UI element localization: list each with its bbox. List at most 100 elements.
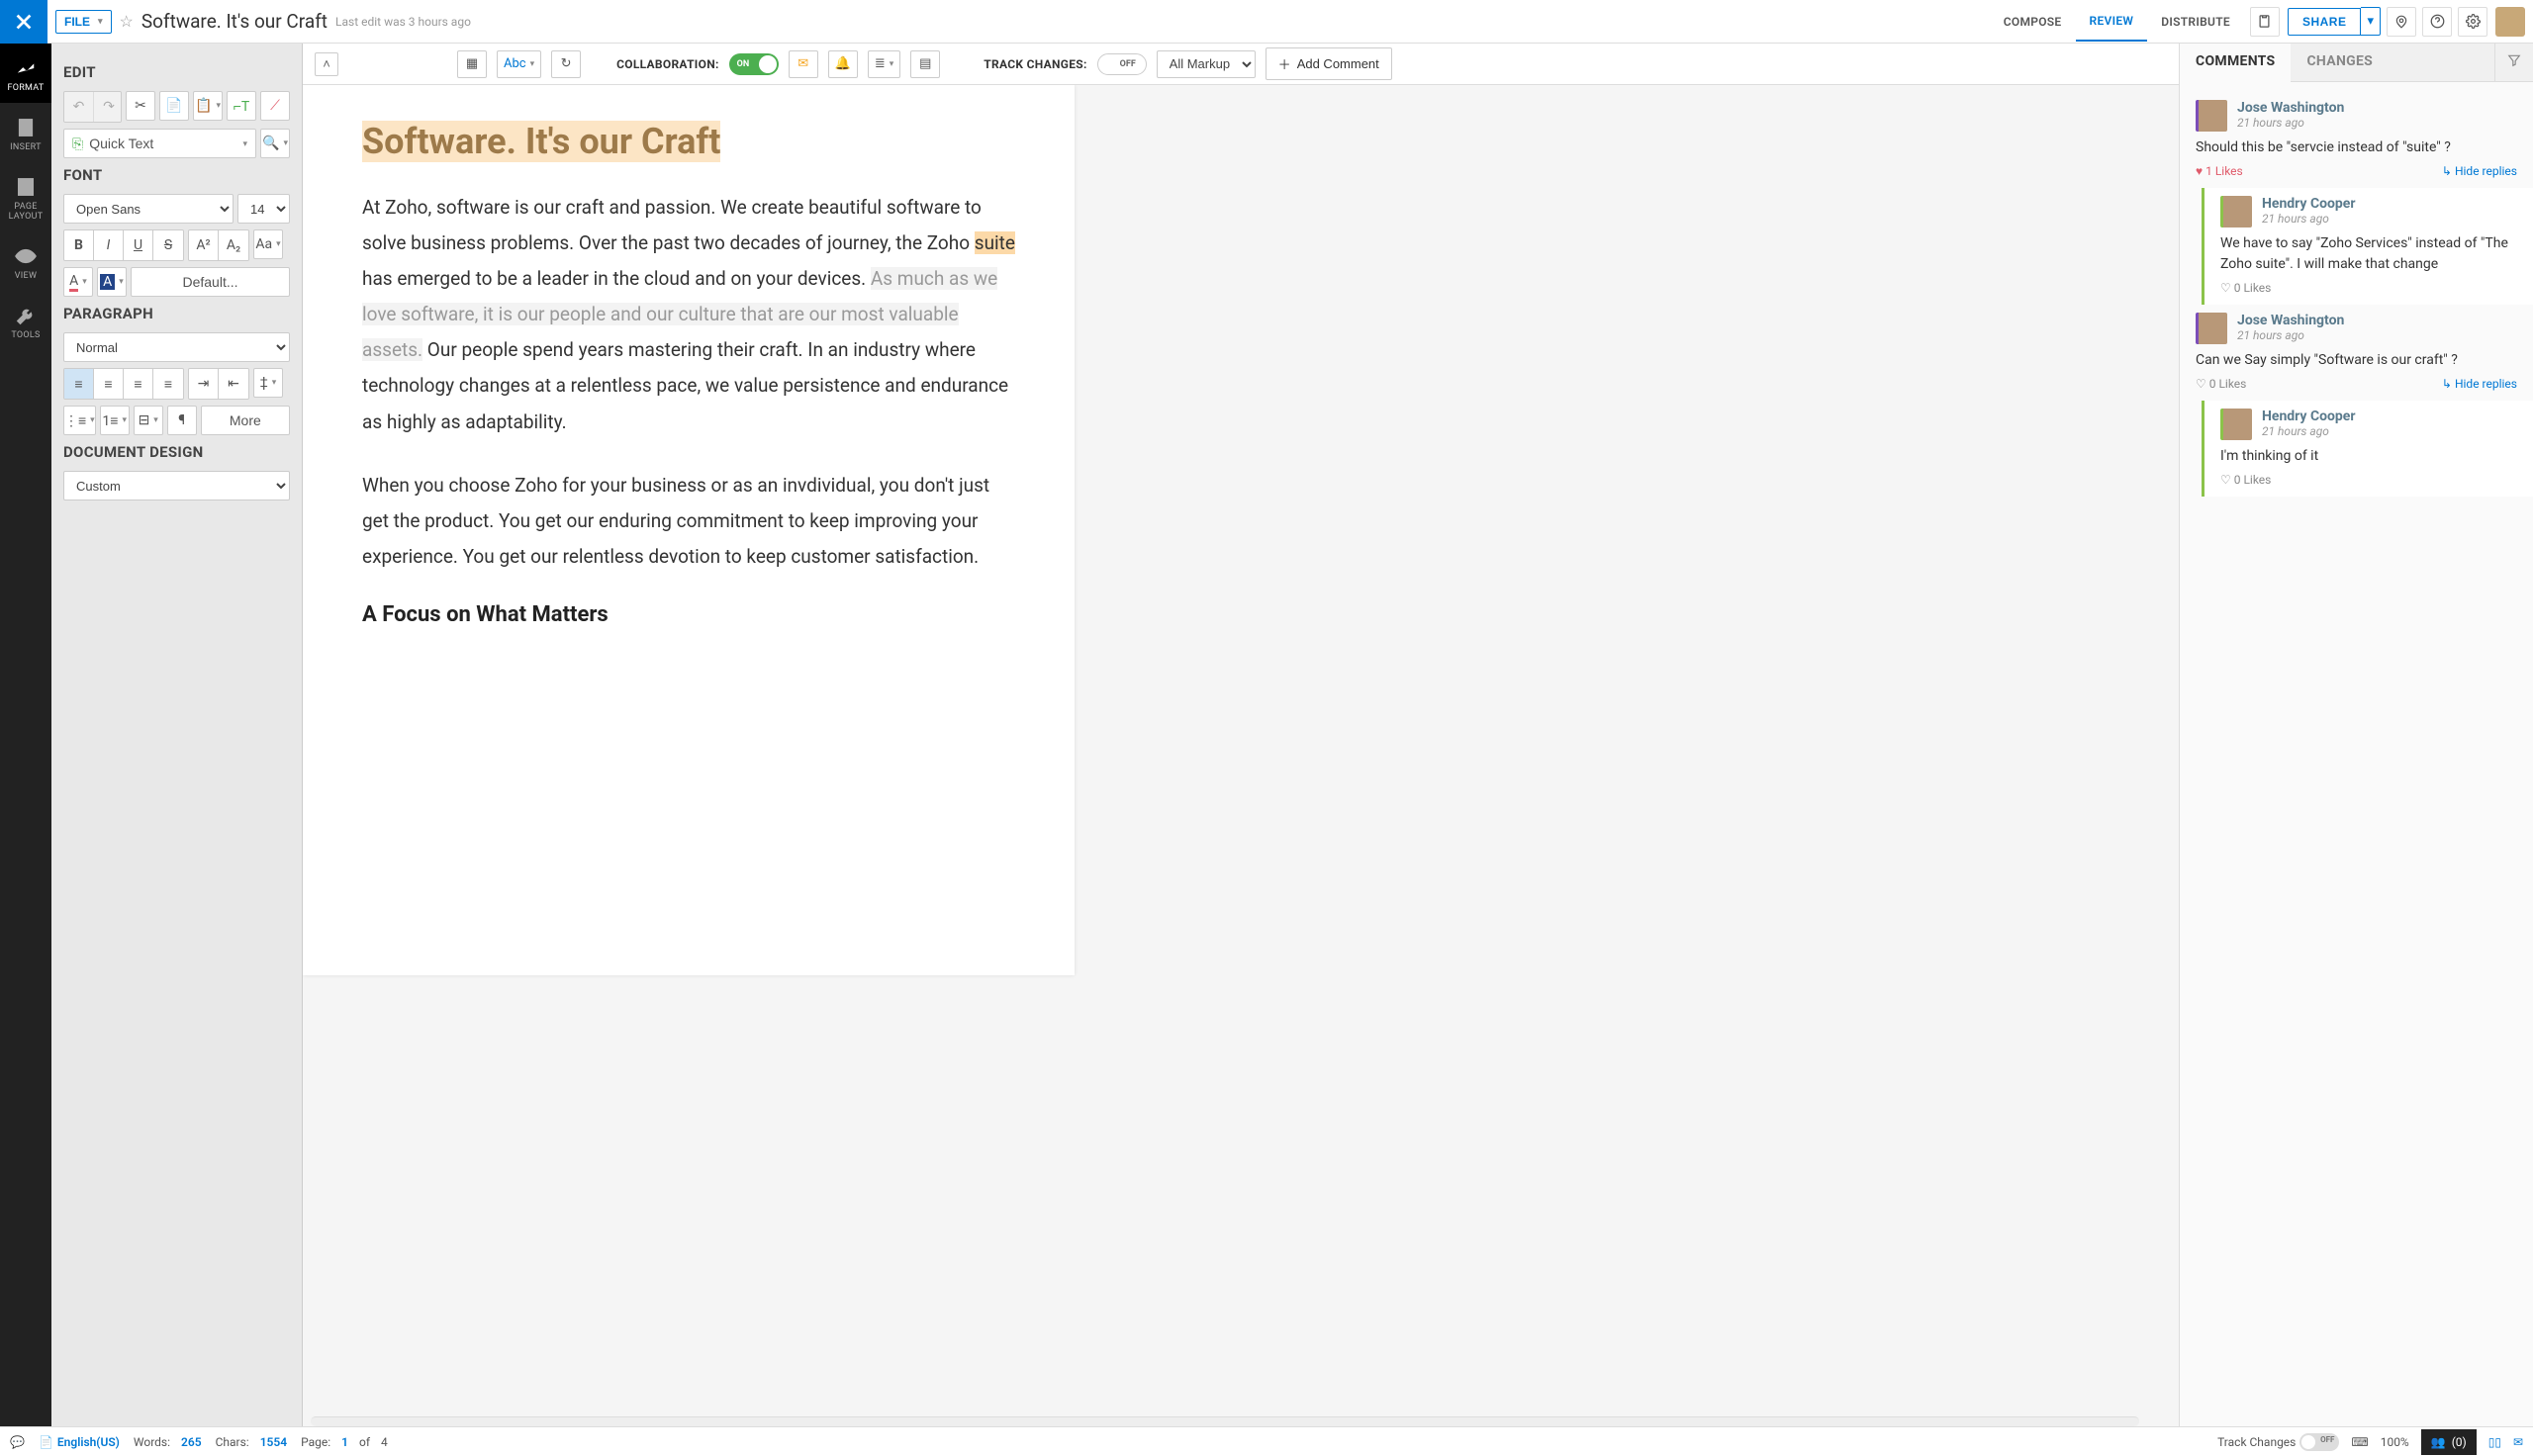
- chat-icon[interactable]: 💬: [10, 1435, 25, 1449]
- tab-distribute[interactable]: DISTRIBUTE: [2147, 3, 2244, 41]
- compare-button[interactable]: ≣▾: [868, 50, 900, 78]
- keyboard-icon[interactable]: ⌨: [2351, 1435, 2368, 1449]
- nav-tools[interactable]: TOOLS: [0, 291, 51, 350]
- document-canvas[interactable]: Software. It's our Craft At Zoho, softwa…: [303, 85, 2179, 1416]
- find-replace-button[interactable]: 🔍▾: [260, 129, 290, 158]
- text-case-button[interactable]: Aa▾: [253, 229, 283, 259]
- tab-compose[interactable]: COMPOSE: [1990, 3, 2076, 41]
- user-avatar[interactable]: [2495, 7, 2525, 37]
- hide-replies-button[interactable]: ↳ Hide replies: [2442, 377, 2517, 391]
- font-size-select[interactable]: 14: [237, 194, 290, 224]
- word-count[interactable]: Words: 265: [134, 1435, 202, 1449]
- nav-view[interactable]: VIEW: [0, 231, 51, 291]
- location-icon[interactable]: [2387, 7, 2416, 37]
- paragraph-style-select[interactable]: Normal: [63, 332, 290, 362]
- file-menu-button[interactable]: FILE ▾: [55, 10, 112, 34]
- like-button[interactable]: ♡ 0 Likes: [2220, 281, 2271, 295]
- strikethrough-button[interactable]: S: [153, 230, 183, 260]
- hide-replies-button[interactable]: ↳ Hide replies: [2442, 164, 2517, 178]
- more-paragraph-button[interactable]: More: [201, 406, 290, 435]
- mail-status-icon[interactable]: ✉: [2513, 1435, 2523, 1449]
- doc-paragraph-2[interactable]: When you choose Zoho for your business o…: [362, 468, 1015, 575]
- gear-icon[interactable]: [2458, 7, 2487, 37]
- comment-reply[interactable]: Hendry Cooper21 hours agoWe have to say …: [2202, 188, 2533, 305]
- share-dropdown[interactable]: ▾: [2361, 7, 2381, 36]
- canvas-area: ˄ ▦ Abc▾ ↻ COLLABORATION: ON ✉ 🔔 ≣▾ ▤ TR…: [303, 44, 2179, 1426]
- comment-thread[interactable]: Jose Washington21 hours agoShould this b…: [2180, 92, 2533, 188]
- reading-view-icon[interactable]: ▯▯: [2488, 1435, 2501, 1449]
- clear-format-button[interactable]: ⟋: [260, 91, 290, 121]
- copy-button[interactable]: 📄: [159, 91, 189, 121]
- multilevel-list-button[interactable]: ⊟▾: [134, 406, 163, 435]
- superscript-button[interactable]: A²: [189, 230, 219, 260]
- nav-page-layout[interactable]: PAGE LAYOUT: [0, 162, 51, 231]
- subscript-button[interactable]: A₂: [219, 230, 248, 260]
- tab-comments[interactable]: COMMENTS: [2180, 44, 2291, 82]
- bold-button[interactable]: B: [64, 230, 94, 260]
- nav-insert[interactable]: INSERT: [0, 103, 51, 162]
- docdesign-select[interactable]: Custom: [63, 471, 290, 500]
- add-comment-button[interactable]: ＋Add Comment: [1266, 47, 1392, 80]
- char-count[interactable]: Chars: 1554: [216, 1435, 288, 1449]
- track-changes-toggle[interactable]: OFF: [1097, 53, 1147, 75]
- like-button[interactable]: ♥ 1 Likes: [2196, 164, 2243, 178]
- undo-button[interactable]: ↶: [64, 92, 94, 122]
- indent-increase-button[interactable]: ⇥: [189, 369, 219, 399]
- doc-heading-1[interactable]: Software. It's our Craft: [362, 121, 1015, 162]
- bullet-list-button[interactable]: ⋮≡▾: [63, 406, 96, 435]
- zoom-level[interactable]: 100%: [2381, 1435, 2409, 1449]
- collaborators-indicator[interactable]: 👥(0): [2421, 1429, 2477, 1455]
- underline-button[interactable]: U: [124, 230, 153, 260]
- like-button[interactable]: ♡ 0 Likes: [2220, 473, 2271, 487]
- doc-heading-2[interactable]: A Focus on What Matters: [362, 602, 1015, 627]
- collapse-sidebar-button[interactable]: ˄: [315, 52, 338, 76]
- comment-time: 21 hours ago: [2237, 328, 2344, 342]
- plus-icon: ＋: [1278, 54, 1291, 73]
- line-spacing-button[interactable]: ‡▾: [253, 368, 283, 398]
- markup-select[interactable]: All Markup: [1157, 50, 1256, 78]
- comment-reply[interactable]: Hendry Cooper21 hours agoI'm thinking of…: [2202, 401, 2533, 497]
- paragraph-marks-button[interactable]: ¶: [167, 406, 197, 435]
- redo-button[interactable]: ↷: [94, 92, 122, 122]
- tab-review[interactable]: REVIEW: [2076, 2, 2148, 42]
- italic-button[interactable]: I: [94, 230, 124, 260]
- align-justify-button[interactable]: ≡: [153, 369, 183, 399]
- font-family-select[interactable]: Open Sans: [63, 194, 234, 224]
- indent-decrease-button[interactable]: ⇤: [219, 369, 248, 399]
- share-button[interactable]: SHARE: [2288, 8, 2362, 36]
- numbered-list-button[interactable]: 1≡▾: [100, 406, 130, 435]
- star-icon[interactable]: ☆: [120, 12, 134, 31]
- cut-button[interactable]: ✂: [126, 91, 155, 121]
- page-indicator[interactable]: Page: 1 of 4: [301, 1435, 388, 1449]
- like-button[interactable]: ♡ 0 Likes: [2196, 377, 2246, 391]
- horizontal-scrollbar[interactable]: [311, 1416, 2139, 1426]
- highlight-color-button[interactable]: A▾: [97, 267, 127, 297]
- comment-time: 21 hours ago: [2237, 116, 2344, 130]
- tab-changes[interactable]: CHANGES: [2291, 44, 2389, 81]
- align-left-button[interactable]: ≡: [64, 369, 94, 399]
- layout-mode-button[interactable]: ▦: [457, 50, 487, 78]
- spellcheck-button[interactable]: Abc▾: [497, 50, 541, 78]
- status-track-changes[interactable]: Track ChangesOFF: [2217, 1433, 2339, 1451]
- format-painter-button[interactable]: ⌐T: [227, 91, 256, 121]
- help-icon[interactable]: [2422, 7, 2452, 37]
- refresh-button[interactable]: ↻: [551, 50, 581, 78]
- app-logo[interactable]: [0, 0, 47, 44]
- mail-icon[interactable]: ✉: [789, 50, 818, 78]
- nav-format[interactable]: FORMAT: [0, 44, 51, 103]
- doc-paragraph-1[interactable]: At Zoho, software is our craft and passi…: [362, 190, 1015, 440]
- view-mode-button[interactable]: ▤: [910, 50, 940, 78]
- notifications-icon[interactable]: 🔔: [828, 50, 858, 78]
- language-selector[interactable]: 📄English(US): [39, 1435, 120, 1449]
- document-title[interactable]: Software. It's our Craft: [141, 10, 328, 33]
- collaboration-toggle[interactable]: ON: [729, 53, 779, 75]
- paste-button[interactable]: 📋▾: [193, 91, 223, 121]
- comment-thread[interactable]: Jose Washington21 hours agoCan we Say si…: [2180, 305, 2533, 401]
- align-center-button[interactable]: ≡: [94, 369, 124, 399]
- default-font-button[interactable]: Default...: [131, 267, 290, 297]
- quick-text-button[interactable]: ⎘Quick Text▾: [63, 129, 256, 158]
- filter-icon[interactable]: [2494, 44, 2533, 81]
- align-right-button[interactable]: ≡: [124, 369, 153, 399]
- clipboard-icon[interactable]: [2250, 7, 2280, 37]
- font-color-button[interactable]: A▾: [63, 267, 93, 297]
